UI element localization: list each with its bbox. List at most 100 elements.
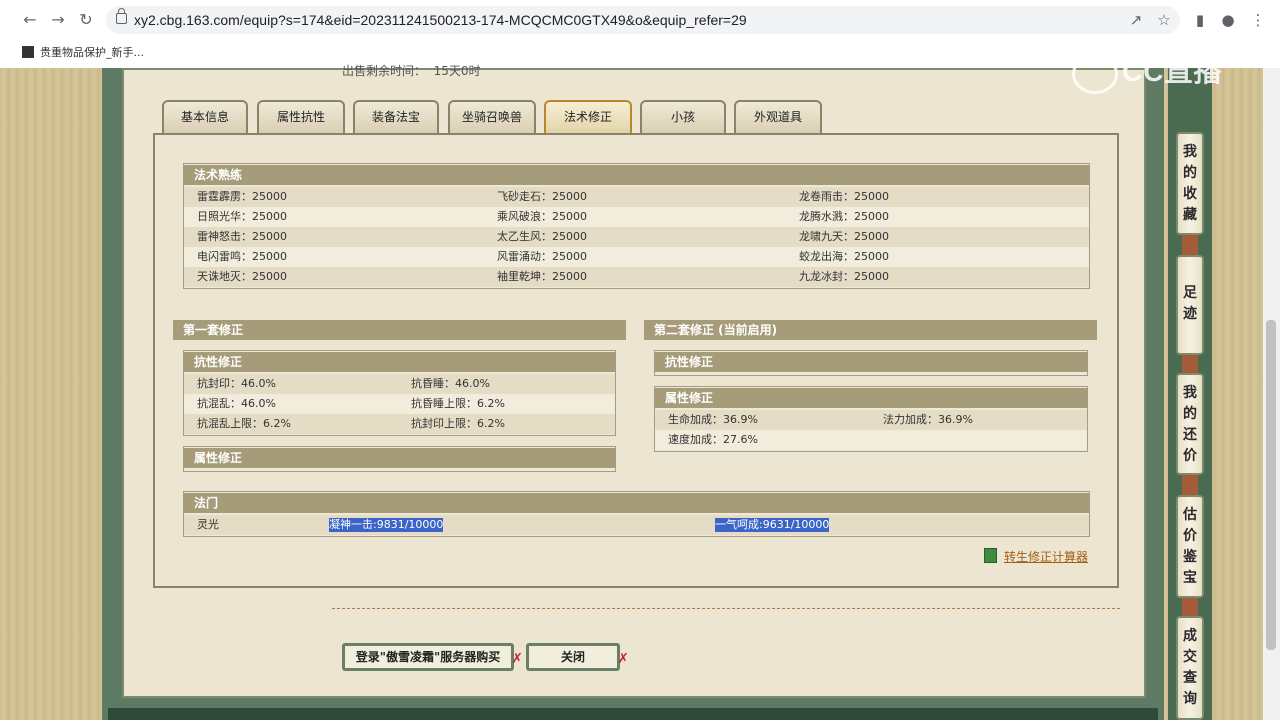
resist-cell: 抗混乱：46.0% [197,397,276,410]
skill-cell: 袖里乾坤：25000 [497,270,587,283]
table-row: 日照光华：25000 乘风破浪：25000 龙腾水溅：25000 [184,207,1089,227]
sidebar-connector [1182,598,1198,616]
skills-table: 法术熟练 雷霆霹雳：25000 飞砂走石：25000 龙卷雨击：25000 日照光华：… [183,163,1090,289]
set2-header: 第二套修正 (当前启用) [644,320,1097,340]
set1-attr-table: 属性修正 [183,446,616,472]
attr-cell: 法力加成：36.9% [883,413,973,426]
bottom-band [108,708,1158,720]
address-bar[interactable]: xy2.cbg.163.com/equip?s=174&eid=20231124… [106,6,1180,34]
set1-resist-header: 抗性修正 [184,352,615,372]
share-icon[interactable]: ↗ [1126,10,1146,30]
tab-spell-correction[interactable]: 法术修正 [544,100,632,133]
tab-attr-resist[interactable]: 属性抗性 [257,100,345,133]
skill-cell: 日照光华：25000 [197,210,287,223]
forward-icon[interactable]: → [46,8,70,32]
table-row: 雷神怒击：25000 太乙生风：25000 龙啸九天：25000 [184,227,1089,247]
set1-attr-header: 属性修正 [184,448,615,468]
resist-cell: 抗昏睡：46.0% [411,377,490,390]
skill-cell: 蛟龙出海：25000 [799,250,889,263]
ornament-icon: ✗ [511,651,523,667]
close-label: 关闭 [560,650,585,664]
calculator-icon [984,548,997,563]
skill-cell: 雷霆霹雳：25000 [197,190,287,203]
table-row: 抗混乱上限：6.2% 抗封印上限：6.2% [184,414,615,434]
tab-basic-info[interactable]: 基本信息 [162,100,248,133]
skills-header: 法术熟练 [184,165,1089,185]
bookmark-icon [22,46,34,58]
famen-name: 灵光 [197,518,219,531]
sidebar-item-label: 估价鉴宝 [1183,507,1197,586]
watermark: CC直播 [1072,50,1222,94]
table-row: 电闪雷鸣：25000 风雷涌动：25000 蛟龙出海：25000 [184,247,1089,267]
sidebar-item-appraisal[interactable]: 估价鉴宝 [1176,495,1204,598]
profile-icon[interactable]: ● [1218,10,1238,30]
resist-cell: 抗昏睡上限：6.2% [411,397,505,410]
sidebar-item-label: 成交查询 [1183,628,1197,707]
divider [332,608,1120,609]
tab-appearance[interactable]: 外观道具 [734,100,822,133]
sidebar-item-history[interactable]: 足迹 [1176,255,1204,355]
login-buy-label: 登录"傲雪凌霜"服务器购买 [355,650,501,664]
table-row: 生命加成：36.9% 法力加成：36.9% [655,410,1087,430]
famen-value-1: 凝神一击:9831/10000 [329,518,444,532]
login-buy-button[interactable]: 登录"傲雪凌霜"服务器购买 ✗ [342,643,523,671]
famen-row: 灵光 凝神一击:9831/10000 一气呵成:9631/10000 [184,515,1089,535]
sidebar-item-favorites[interactable]: 我的收藏 [1176,132,1204,235]
resist-cell: 抗混乱上限：6.2% [197,417,291,430]
table-row: 天诛地灭：25000 袖里乾坤：25000 九龙冰封：25000 [184,267,1089,287]
sidebar-item-label: 我的收藏 [1183,144,1197,223]
sidebar-connector [1182,355,1198,373]
watermark-text: CC直播 [1122,56,1223,87]
sidepanel-icon[interactable]: ▮ [1190,10,1210,30]
attr-cell: 速度加成：27.6% [668,433,758,446]
reload-icon[interactable]: ↻ [74,8,98,32]
set1-resist-table: 抗性修正 抗封印：46.0% 抗昏睡：46.0% 抗混乱：46.0% 抗昏睡上限：6.… [183,350,616,436]
back-icon[interactable]: ← [18,8,42,32]
close-button[interactable]: 关闭 ✗ [526,643,629,671]
sidebar-item-label: 我的还价 [1183,385,1197,464]
resist-cell: 抗封印：46.0% [197,377,276,390]
scrollbar-thumb[interactable] [1266,320,1276,650]
table-row: 抗封印：46.0% 抗昏睡：46.0% [184,374,615,394]
lock-icon [116,8,127,24]
skill-cell: 风雷涌动：25000 [497,250,587,263]
famen-table: 法门 灵光 凝神一击:9831/10000 一气呵成:9631/10000 [183,491,1090,537]
tab-equipment[interactable]: 装备法宝 [353,100,439,133]
menu-icon[interactable]: ⋮ [1248,10,1268,30]
sidebar-item-label: 足迹 [1183,285,1197,322]
table-row: 抗混乱：46.0% 抗昏睡上限：6.2% [184,394,615,414]
famen-value-2: 一气呵成:9631/10000 [715,518,830,532]
bookmark-label: 贵重物品保护_新手... [40,46,144,59]
set2-attr-table: 属性修正 生命加成：36.9% 法力加成：36.9% 速度加成：27.6% [654,386,1088,452]
skill-cell: 龙卷雨击：25000 [799,190,889,203]
calc-link-label: 转生修正计算器 [1004,550,1089,564]
table-row: 速度加成：27.6% [655,430,1087,450]
bookmark-item[interactable]: 贵重物品保护_新手... [22,44,144,60]
watermark-logo-icon [1072,53,1118,94]
rebirth-calculator-link[interactable]: 转生修正计算器 [984,548,1088,565]
sidebar-item-deals[interactable]: 成交查询 [1176,616,1204,720]
set2-attr-header: 属性修正 [655,388,1087,408]
star-icon[interactable]: ☆ [1154,10,1174,30]
famen-header: 法门 [184,493,1089,513]
sell-time-label: 出售剩余时间： [342,64,427,78]
sell-time-value: 15天0时 [433,64,481,78]
skill-cell: 太乙生风：25000 [497,230,587,243]
tab-mount-summon[interactable]: 坐骑召唤兽 [448,100,536,133]
skill-cell: 飞砂走石：25000 [497,190,587,203]
set2-resist-table: 抗性修正 [654,350,1088,376]
resist-cell: 抗封印上限：6.2% [411,417,505,430]
url-text[interactable]: xy2.cbg.163.com/equip?s=174&eid=20231124… [134,6,747,34]
table-row: 雷霆霹雳：25000 飞砂走石：25000 龙卷雨击：25000 [184,187,1089,207]
set2-resist-header: 抗性修正 [655,352,1087,372]
skill-cell: 电闪雷鸣：25000 [197,250,287,263]
skill-cell: 九龙冰封：25000 [799,270,889,283]
sell-time: 出售剩余时间： 15天0时 [342,62,481,79]
ornament-icon: ✗ [617,651,629,667]
skill-cell: 天诛地灭：25000 [197,270,287,283]
attr-cell: 生命加成：36.9% [668,413,758,426]
tab-child[interactable]: 小孩 [640,100,726,133]
skill-cell: 龙腾水溅：25000 [799,210,889,223]
skill-cell: 龙啸九天：25000 [799,230,889,243]
sidebar-item-counteroffers[interactable]: 我的还价 [1176,373,1204,475]
